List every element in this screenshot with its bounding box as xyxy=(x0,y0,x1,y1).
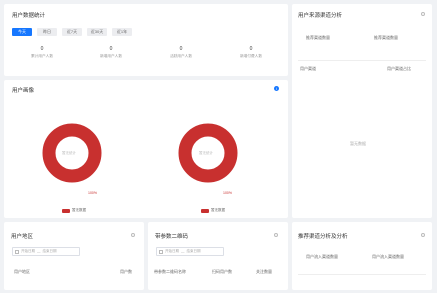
recommend-channel-title: 推荐渠道分析及分析 xyxy=(298,234,348,240)
calendar-icon xyxy=(15,249,19,254)
source-col-left: 推荐渠道数量 xyxy=(306,35,330,40)
source-header-left: 用户渠道 xyxy=(300,66,316,71)
user-stats-card: 用户数据统计 今天 昨日 近7天 近30天 近1年 0 累计用户人数 0 新增用… xyxy=(4,4,288,76)
stat-label: 活跃用户人数 xyxy=(169,54,193,58)
qrcode-card: 带参数二维码 开始日期 — 结束日期 带参数二维码名称 扫码用户数 关注数量 xyxy=(148,222,288,290)
recommend-channel-card: 推荐渠道分析及分析 用户流入渠道数量 用户流入渠道数量 xyxy=(292,222,432,290)
legend-swatch xyxy=(62,208,70,213)
source-channel-card: 用户来源渠道分析 推荐渠道数量 推荐渠道数量 用户渠道 用户渠道占比 暂无数据 xyxy=(292,4,432,218)
source-divider xyxy=(298,60,426,61)
legend-label: 暂无数据 xyxy=(211,208,225,212)
stat-value: 0 xyxy=(249,46,253,52)
qrcode-col-name: 带参数二维码名称 xyxy=(154,269,186,274)
refresh-icon[interactable] xyxy=(131,233,135,237)
qrcode-col-follows: 关注数量 xyxy=(256,269,272,274)
tab-last-year[interactable]: 近1年 xyxy=(112,28,132,36)
source-col-right: 推荐渠道数量 xyxy=(374,35,398,40)
region-date-range[interactable]: 开始日期 — 结束日期 xyxy=(12,247,80,256)
stat-value: 0 xyxy=(179,46,183,52)
refresh-icon[interactable] xyxy=(421,12,425,16)
recommend-col-right: 用户流入渠道数量 xyxy=(372,254,404,259)
user-stats-title: 用户数据统计 xyxy=(12,13,46,19)
stat-active-users: 0 活跃用户人数 xyxy=(156,46,206,59)
date-filter-tabs: 今天 昨日 近7天 近30天 近1年 xyxy=(12,28,137,36)
stat-value: 0 xyxy=(109,46,113,52)
stat-paid-users: 0 新增付费人数 xyxy=(226,46,276,59)
stat-new-users: 0 新增用户人数 xyxy=(86,46,136,59)
stat-total-users: 0 累计用户人数 xyxy=(17,46,67,59)
range-separator: — xyxy=(37,249,41,254)
source-empty-text: 暂无数据 xyxy=(350,141,366,146)
stat-label: 新增用户人数 xyxy=(99,54,123,58)
info-icon[interactable]: i xyxy=(274,86,279,91)
donut-legend[interactable]: 暂无数据 xyxy=(201,208,225,213)
source-header-right: 用户渠道占比 xyxy=(387,66,411,71)
donut-center-label: 暂无统计 xyxy=(199,151,213,155)
tab-last-30-days[interactable]: 近30天 xyxy=(87,28,107,36)
end-date-input[interactable]: 结束日期 xyxy=(43,249,57,254)
stat-value: 0 xyxy=(40,46,44,52)
tab-yesterday[interactable]: 昨日 xyxy=(37,28,57,36)
legend-label: 暂无数据 xyxy=(72,208,86,212)
recommend-col-left: 用户流入渠道数量 xyxy=(306,254,338,259)
stat-label: 累计用户人数 xyxy=(30,54,54,58)
legend-swatch xyxy=(201,208,209,213)
tab-today[interactable]: 今天 xyxy=(12,28,32,36)
refresh-icon[interactable] xyxy=(274,233,278,237)
donut-legend[interactable]: 暂无数据 xyxy=(62,208,86,213)
region-col-right: 用户数 xyxy=(120,269,132,274)
start-date-input[interactable]: 开始日期 xyxy=(165,249,179,254)
region-col-left: 用户地区 xyxy=(14,269,30,274)
end-date-input[interactable]: 结束日期 xyxy=(187,249,201,254)
qrcode-title: 带参数二维码 xyxy=(155,234,189,240)
user-region-title: 用户地区 xyxy=(11,234,34,240)
refresh-icon[interactable] xyxy=(421,233,425,237)
user-portrait-card: 用户画像 i 暂无统计 100% 暂无数据 暂无统计 100% 暂无数据 xyxy=(4,80,288,218)
donut-percent-label: 100% xyxy=(88,191,97,195)
tab-last-7-days[interactable]: 近7天 xyxy=(62,28,82,36)
qrcode-date-range[interactable]: 开始日期 — 结束日期 xyxy=(156,247,224,256)
calendar-icon xyxy=(159,249,163,254)
user-region-card: 用户地区 开始日期 — 结束日期 用户地区 用户数 xyxy=(4,222,144,290)
donut-percent-label: 100% xyxy=(223,191,232,195)
range-separator: — xyxy=(181,249,185,254)
qrcode-col-scans: 扫码用户数 xyxy=(212,269,232,274)
source-channel-title: 用户来源渠道分析 xyxy=(298,13,343,19)
recommend-divider xyxy=(298,274,426,275)
user-portrait-title: 用户画像 xyxy=(12,88,35,94)
stat-label: 新增付费人数 xyxy=(239,54,263,58)
donut-center-label: 暂无统计 xyxy=(62,151,76,155)
start-date-input[interactable]: 开始日期 xyxy=(21,249,35,254)
